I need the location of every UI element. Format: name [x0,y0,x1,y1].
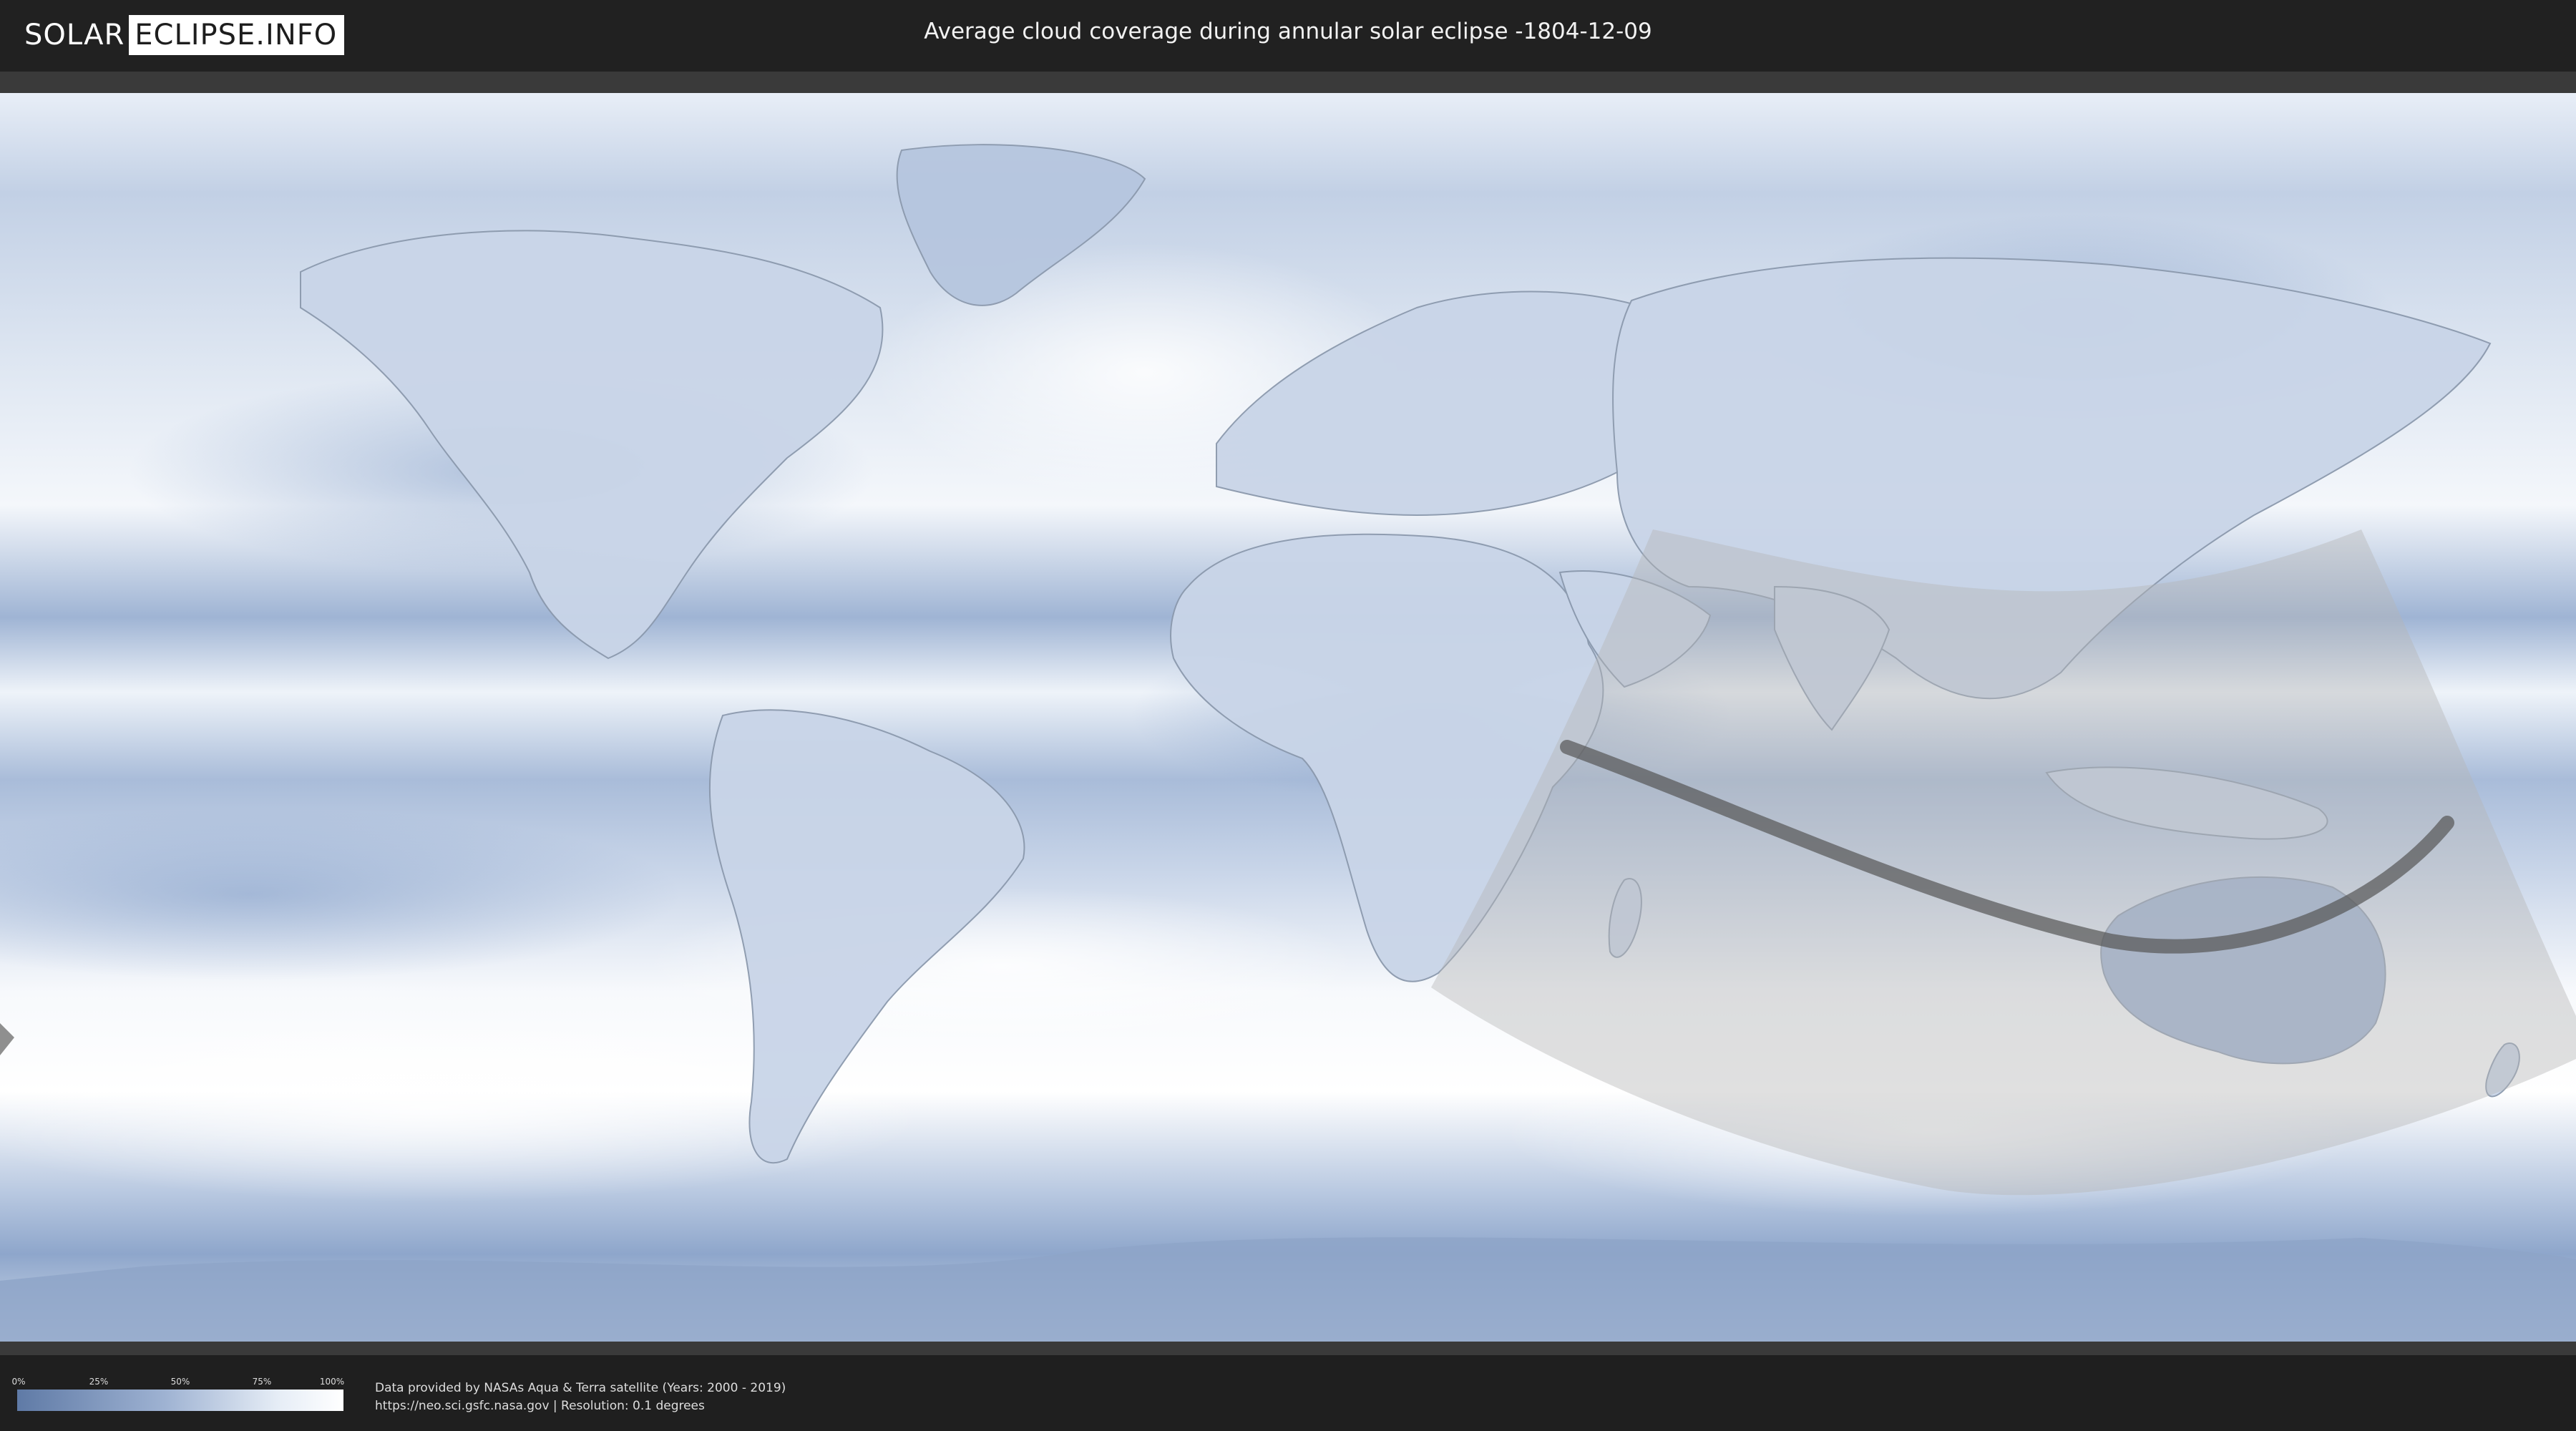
legend-color-bar [17,1390,343,1411]
footer-bar: 0% 25% 50% 75% 100% Data provided by NAS… [0,1355,2576,1431]
cloud-coverage-legend: 0% 25% 50% 75% 100% [11,1377,345,1411]
page-title: Average cloud coverage during annular so… [924,19,1652,44]
data-credits: Data provided by NASAs Aqua & Terra sate… [375,1379,786,1415]
legend-tick-25: 25% [89,1377,109,1387]
legend-tick-75: 75% [252,1377,272,1387]
legend-tick-50: 50% [170,1377,190,1387]
credits-line-2[interactable]: https://neo.sci.gsfc.nasa.gov | Resoluti… [375,1397,786,1415]
header-bar: SOLAR ECLIPSE.INFO Average cloud coverag… [0,0,2576,72]
cloud-coverage-map[interactable] [0,72,2576,1355]
legend-ticks: 0% 25% 50% 75% 100% [11,1377,345,1390]
map-canvas [0,93,2576,1342]
credits-line-1: Data provided by NASAs Aqua & Terra sate… [375,1381,786,1395]
legend-tick-100: 100% [319,1377,345,1387]
legend-tick-0: 0% [11,1377,26,1387]
